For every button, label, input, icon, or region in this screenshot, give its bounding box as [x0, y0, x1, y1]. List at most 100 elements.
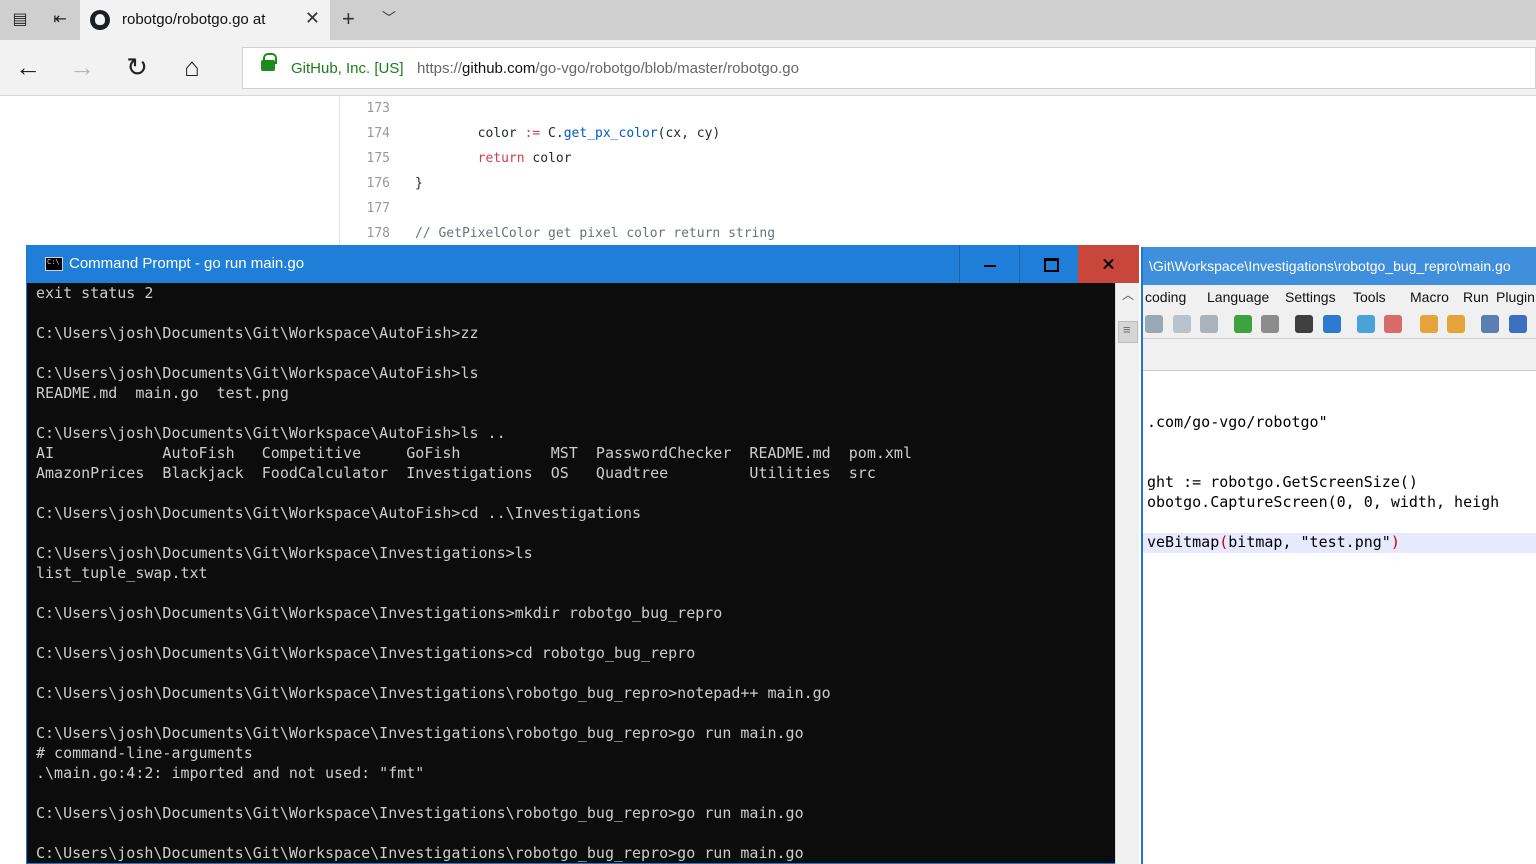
console-line: C:\Users\josh\Documents\Git\Workspace\In…	[36, 724, 804, 742]
code-text: color := C.get_px_color(cx, cy)	[415, 126, 721, 141]
close-tab-icon[interactable]: ✕	[305, 8, 320, 29]
line-number[interactable]: 173	[340, 101, 390, 116]
word-wrap-icon[interactable]	[1481, 315, 1499, 333]
cmd-title-bar[interactable]: Command Prompt - go run main.go	[27, 245, 1139, 283]
code-token: }	[415, 176, 423, 191]
forward-icon[interactable]: →	[66, 52, 98, 84]
console-line: list_tuple_swap.txt	[36, 564, 208, 582]
code-line: 176}	[340, 176, 1536, 201]
lock-icon[interactable]	[261, 53, 277, 71]
notepadpp-toolbar	[1143, 309, 1536, 339]
line-number[interactable]: 177	[340, 201, 390, 216]
tab-list-chevron-icon[interactable]: ﹀	[382, 8, 396, 28]
notepadpp-tab-bar	[1143, 339, 1536, 371]
scroll-up-icon[interactable]: ︿	[1116, 283, 1140, 307]
sync-horizontal-icon[interactable]	[1447, 315, 1465, 333]
back-icon[interactable]: ←	[12, 52, 44, 84]
paste-icon[interactable]	[1200, 315, 1218, 333]
code-text: return color	[415, 151, 572, 166]
cmd-app-icon[interactable]	[45, 257, 63, 271]
set-tabs-aside-icon[interactable]: ⇤	[48, 8, 72, 32]
menu-item-language[interactable]: Language	[1207, 289, 1269, 305]
url-path: /go-vgo/robotgo/blob/master/robotgo.go	[535, 60, 799, 77]
close-button[interactable]	[1078, 245, 1139, 283]
show-all-chars-icon[interactable]	[1509, 315, 1527, 333]
browser-tab-robotgo[interactable]: robotgo/robotgo.go at ✕	[80, 0, 330, 40]
code-line: 174 color := C.get_px_color(cx, cy)	[340, 126, 1536, 151]
browser-nav-bar: ← → ↻ ⌂ GitHub, Inc. [US] https://github…	[0, 40, 1536, 96]
menu-item-macro[interactable]: Macro	[1410, 289, 1449, 305]
console-line: # command-line-arguments	[36, 744, 253, 762]
code-line: 173	[340, 101, 1536, 126]
code-token: color	[415, 126, 525, 141]
cmd-scrollbar[interactable]: ︿	[1115, 283, 1139, 864]
code-token: color	[524, 151, 572, 166]
console-line: C:\Users\josh\Documents\Git\Workspace\In…	[36, 804, 804, 822]
url-scheme: https://	[417, 60, 463, 77]
notepadpp-title[interactable]: \Git\Workspace\Investigations\robotgo_bu…	[1143, 247, 1536, 285]
find-icon[interactable]	[1295, 315, 1313, 333]
code-token: C.	[540, 126, 564, 141]
command-prompt-window[interactable]: Command Prompt - go run main.go exit sta…	[26, 245, 1139, 864]
menu-item-coding[interactable]: coding	[1145, 289, 1186, 305]
editor-line: ght := robotgo.GetScreenSize()	[1147, 473, 1418, 491]
tab-manager-icon[interactable]: ▤	[8, 8, 32, 32]
code-token: return	[477, 151, 525, 166]
sync-vertical-icon[interactable]	[1420, 315, 1438, 333]
menu-item-run[interactable]: Run	[1463, 289, 1489, 305]
console-line: AmazonPrices Blackjack FoodCalculator In…	[36, 464, 876, 482]
editor-line: .com/go-vgo/robotgo"	[1147, 413, 1328, 431]
menu-item-plugin[interactable]: Plugin	[1496, 289, 1535, 305]
console-line: C:\Users\josh\Documents\Git\Workspace\In…	[36, 684, 831, 702]
code-line: 175 return color	[340, 151, 1536, 176]
notepadpp-window[interactable]: \Git\Workspace\Investigations\robotgo_bu…	[1141, 247, 1536, 864]
url-text[interactable]: https://github.com/go-vgo/robotgo/blob/m…	[417, 60, 799, 77]
menu-item-tools[interactable]: Tools	[1353, 289, 1386, 305]
github-favicon-icon	[90, 10, 110, 30]
home-icon[interactable]: ⌂	[176, 52, 208, 84]
scroll-thumb[interactable]	[1118, 321, 1138, 343]
console-line: .\main.go:4:2: imported and not used: "f…	[36, 764, 425, 782]
console-line: README.md main.go test.png	[36, 384, 289, 402]
copy-icon[interactable]	[1173, 315, 1191, 333]
refresh-icon[interactable]: ↻	[121, 52, 153, 84]
browser-tab-bar: ▤ ⇤ robotgo/robotgo.go at ✕ + ﹀	[0, 0, 1536, 40]
code-line: 177	[340, 201, 1536, 226]
new-tab-icon[interactable]: +	[342, 6, 355, 32]
console-line: C:\Users\josh\Documents\Git\Workspace\In…	[36, 844, 804, 862]
console-line: C:\Users\josh\Documents\Git\Workspace\In…	[36, 544, 533, 562]
editor-line: obotgo.CaptureScreen(0, 0, width, heigh	[1147, 493, 1500, 511]
github-code-view: 173 174 color := C.get_px_color(cx, cy) 17…	[339, 97, 1536, 247]
cut-icon[interactable]	[1145, 315, 1163, 333]
zoom-out-icon[interactable]	[1384, 315, 1402, 333]
line-number[interactable]: 174	[340, 126, 390, 141]
redo-icon[interactable]	[1261, 315, 1279, 333]
editor-token: veBitmap	[1147, 533, 1220, 551]
undo-icon[interactable]	[1234, 315, 1252, 333]
editor-token: (	[1219, 533, 1229, 551]
line-number[interactable]: 175	[340, 151, 390, 166]
editor-current-line: veBitmap(bitmap, "test.png")	[1143, 533, 1536, 553]
replace-icon[interactable]	[1323, 315, 1341, 333]
maximize-button[interactable]	[1019, 245, 1079, 283]
console-line: C:\Users\josh\Documents\Git\Workspace\Au…	[36, 504, 642, 522]
code-text: }	[415, 176, 423, 191]
line-number[interactable]: 178	[340, 226, 390, 241]
minimize-button[interactable]	[959, 245, 1019, 283]
code-token: :=	[524, 126, 541, 141]
menu-item-settings[interactable]: Settings	[1285, 289, 1336, 305]
zoom-in-icon[interactable]	[1357, 315, 1375, 333]
certificate-owner[interactable]: GitHub, Inc. [US]	[291, 60, 404, 77]
code-text: // GetPixelColor get pixel color return …	[415, 226, 775, 241]
console-line: C:\Users\josh\Documents\Git\Workspace\In…	[36, 604, 723, 622]
code-token: (cx, cy)	[657, 126, 721, 141]
console-line: C:\Users\josh\Documents\Git\Workspace\Au…	[36, 424, 506, 442]
code-token: get_px_color	[563, 126, 658, 141]
notepadpp-editor[interactable]: .com/go-vgo/robotgo" ght := robotgo.GetSc…	[1143, 371, 1536, 864]
cmd-console-output[interactable]: exit status 2 C:\Users\josh\Documents\Git…	[27, 283, 1115, 864]
console-line: exit status 2	[36, 284, 154, 302]
editor-token: bitmap, "test.png"	[1228, 533, 1391, 551]
address-bar[interactable]: GitHub, Inc. [US] https://github.com/go-…	[242, 47, 1536, 89]
line-number[interactable]: 176	[340, 176, 390, 191]
